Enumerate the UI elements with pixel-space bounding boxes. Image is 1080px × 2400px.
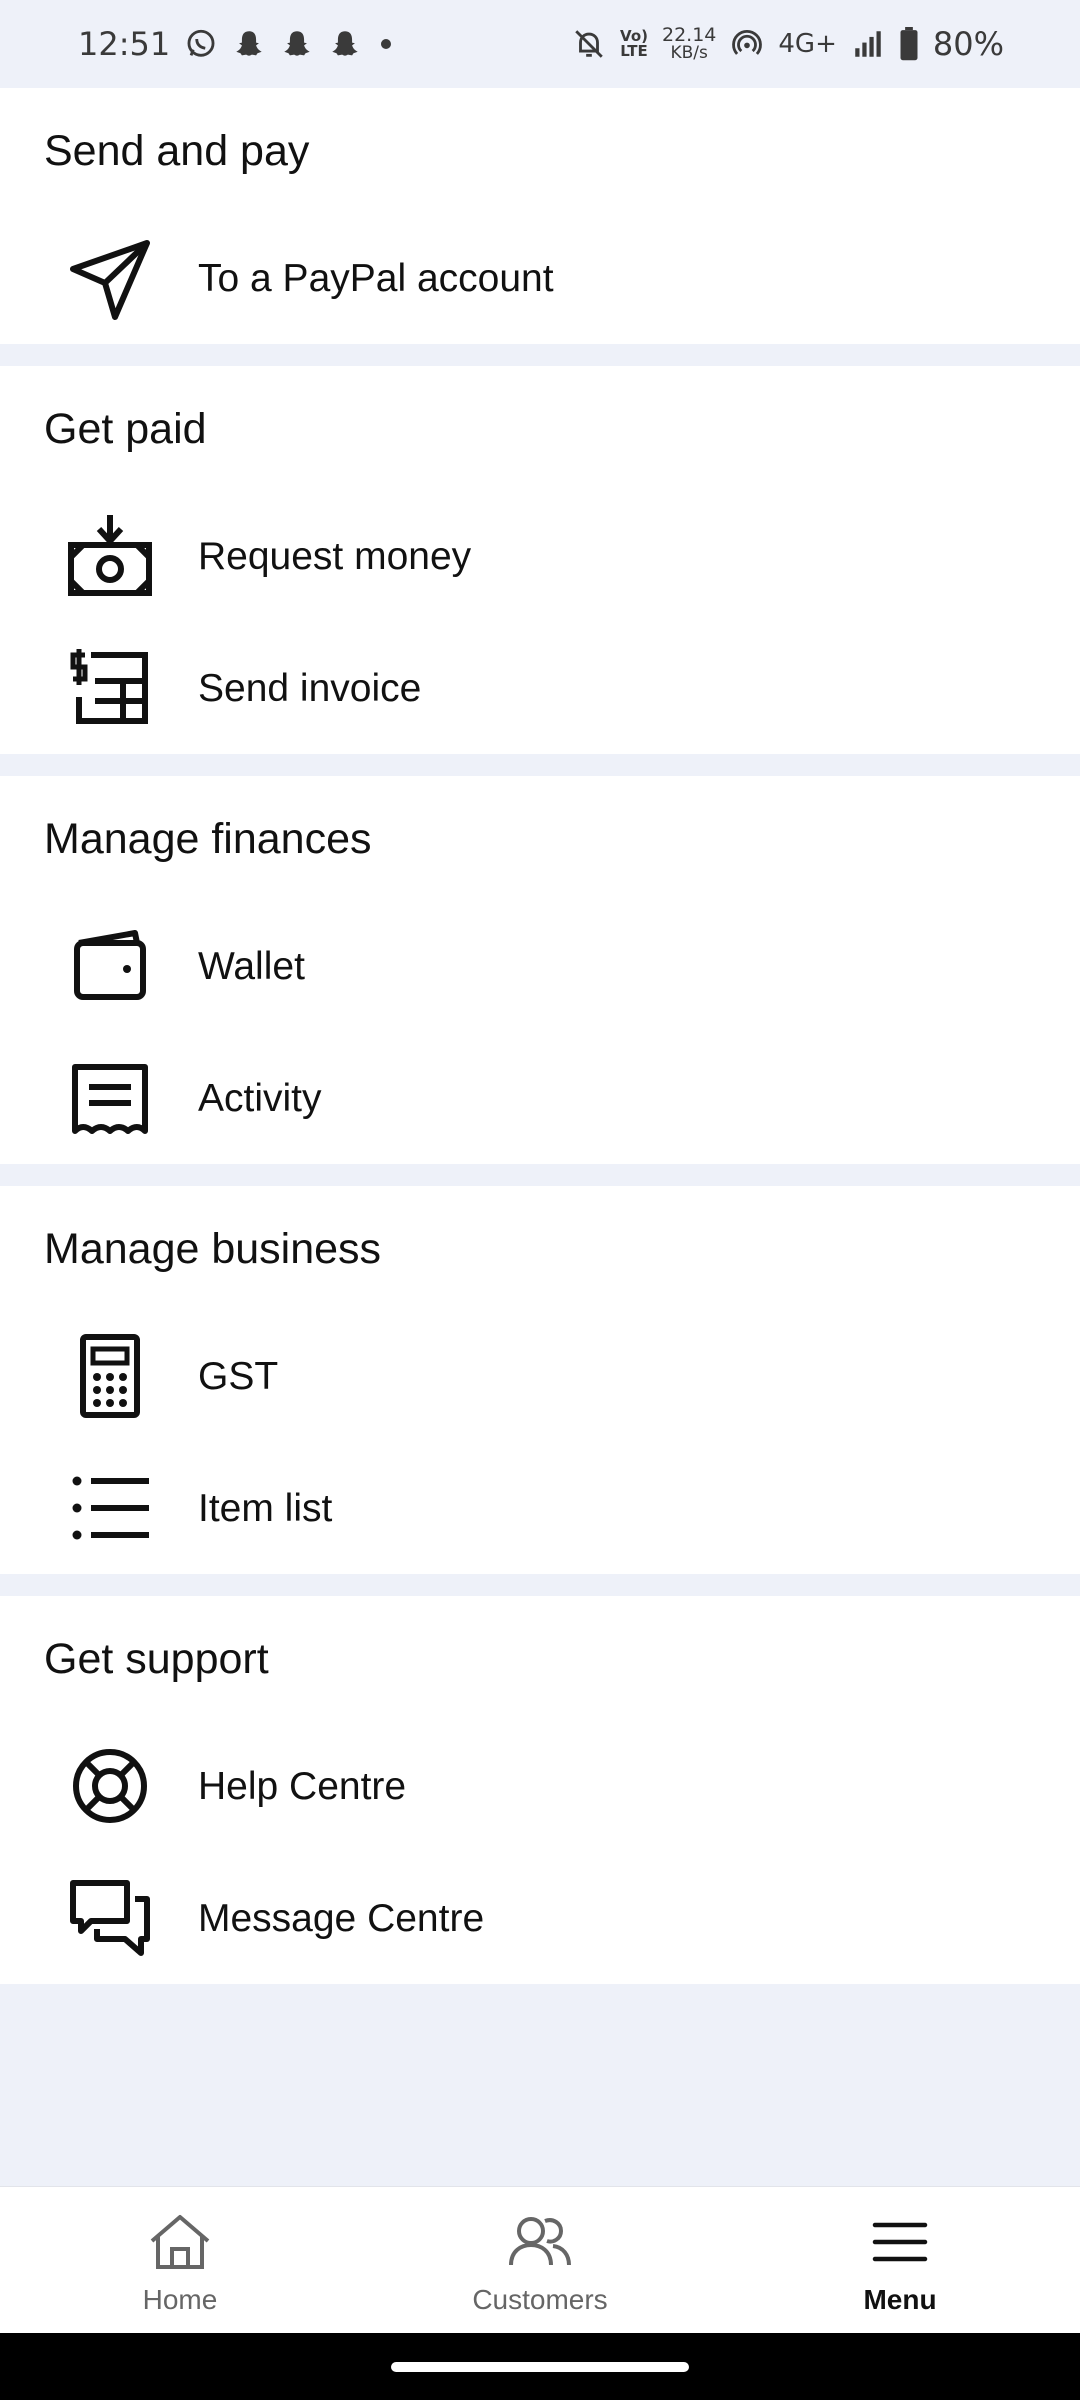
lifebuoy-icon bbox=[60, 1736, 160, 1836]
menu-item-message-centre[interactable]: Message Centre bbox=[0, 1858, 1080, 1978]
home-gesture-handle[interactable] bbox=[391, 2362, 689, 2372]
receipt-icon bbox=[60, 1048, 160, 1148]
muted-bell-icon bbox=[572, 27, 606, 61]
section-get-paid: Get paid Request money Send invoice bbox=[0, 366, 1080, 754]
section-title-get-support: Get support bbox=[44, 1635, 269, 1683]
section-title-manage-business: Manage business bbox=[44, 1225, 382, 1273]
menu-label: Request money bbox=[198, 534, 472, 578]
nav-label-menu: Menu bbox=[863, 2284, 937, 2315]
speed-unit: KB/s bbox=[670, 43, 708, 63]
hotspot-icon bbox=[730, 27, 764, 61]
nav-home[interactable]: Home bbox=[0, 2187, 360, 2334]
section-get-support: Get support Help Centre Message Centre bbox=[0, 1596, 1080, 1984]
menu-item-help-centre[interactable]: Help Centre bbox=[0, 1726, 1080, 1846]
section-send-and-pay: Send and pay To a PayPal account bbox=[0, 88, 1080, 344]
network-type: 4G+ bbox=[778, 29, 837, 59]
menu-label: Help Centre bbox=[198, 1764, 407, 1808]
section-manage-business: Manage business GST Item list bbox=[0, 1186, 1080, 1574]
chat-icon bbox=[60, 1868, 160, 1968]
snapchat-icon bbox=[280, 27, 314, 61]
list-icon bbox=[60, 1458, 160, 1558]
menu-label: Wallet bbox=[198, 944, 305, 988]
home-icon bbox=[148, 2213, 212, 2276]
status-time: 12:51 bbox=[78, 25, 171, 63]
menu-label: To a PayPal account bbox=[198, 256, 554, 300]
menu-label: GST bbox=[198, 1354, 279, 1398]
nav-menu[interactable]: Menu bbox=[720, 2187, 1080, 2334]
nav-label-customers: Customers bbox=[472, 2284, 608, 2315]
send-icon bbox=[60, 228, 160, 328]
signal-icon bbox=[851, 27, 885, 61]
status-left: 12:51 bbox=[78, 25, 396, 63]
status-bar: 12:51 Vo) LTE 22.14 KB/s 4G+ 80% bbox=[0, 0, 1080, 88]
request-money-icon bbox=[60, 506, 160, 606]
volte-bottom-text: LTE bbox=[620, 42, 648, 60]
battery-icon bbox=[899, 27, 919, 61]
menu-label: Activity bbox=[198, 1076, 322, 1120]
section-manage-finances: Manage finances Wallet Activity bbox=[0, 776, 1080, 1164]
whatsapp-icon bbox=[184, 27, 218, 61]
battery-percentage: 80% bbox=[932, 25, 1004, 63]
menu-item-to-paypal-account[interactable]: To a PayPal account bbox=[0, 218, 1080, 338]
bottom-nav: Home Customers Menu bbox=[0, 2186, 1080, 2334]
nav-customers[interactable]: Customers bbox=[360, 2187, 720, 2334]
customers-icon bbox=[507, 2213, 573, 2276]
menu-item-activity[interactable]: Activity bbox=[0, 1038, 1080, 1158]
menu-item-wallet[interactable]: Wallet bbox=[0, 906, 1080, 1026]
volte-indicator: Vo) LTE bbox=[620, 29, 648, 59]
section-title-manage-finances: Manage finances bbox=[44, 815, 372, 863]
calculator-icon bbox=[60, 1326, 160, 1426]
dot-icon bbox=[376, 34, 396, 54]
invoice-icon bbox=[60, 638, 160, 738]
menu-label: Send invoice bbox=[198, 666, 422, 710]
status-right: Vo) LTE 22.14 KB/s 4G+ 80% bbox=[572, 25, 1004, 63]
menu-item-gst[interactable]: GST bbox=[0, 1316, 1080, 1436]
network-speed: 22.14 KB/s bbox=[662, 26, 716, 62]
menu-label: Item list bbox=[198, 1486, 333, 1530]
snapchat-icon bbox=[328, 27, 362, 61]
wallet-icon bbox=[60, 916, 160, 1016]
menu-item-send-invoice[interactable]: Send invoice bbox=[0, 628, 1080, 748]
section-title-send-and-pay: Send and pay bbox=[44, 127, 310, 175]
snapchat-icon bbox=[232, 27, 266, 61]
menu-icon bbox=[871, 2213, 929, 2276]
gesture-bar bbox=[0, 2333, 1080, 2400]
nav-label-home: Home bbox=[142, 2284, 218, 2315]
menu-label: Message Centre bbox=[198, 1896, 485, 1940]
menu-item-request-money[interactable]: Request money bbox=[0, 496, 1080, 616]
menu-item-item-list[interactable]: Item list bbox=[0, 1448, 1080, 1568]
section-title-get-paid: Get paid bbox=[44, 405, 207, 453]
